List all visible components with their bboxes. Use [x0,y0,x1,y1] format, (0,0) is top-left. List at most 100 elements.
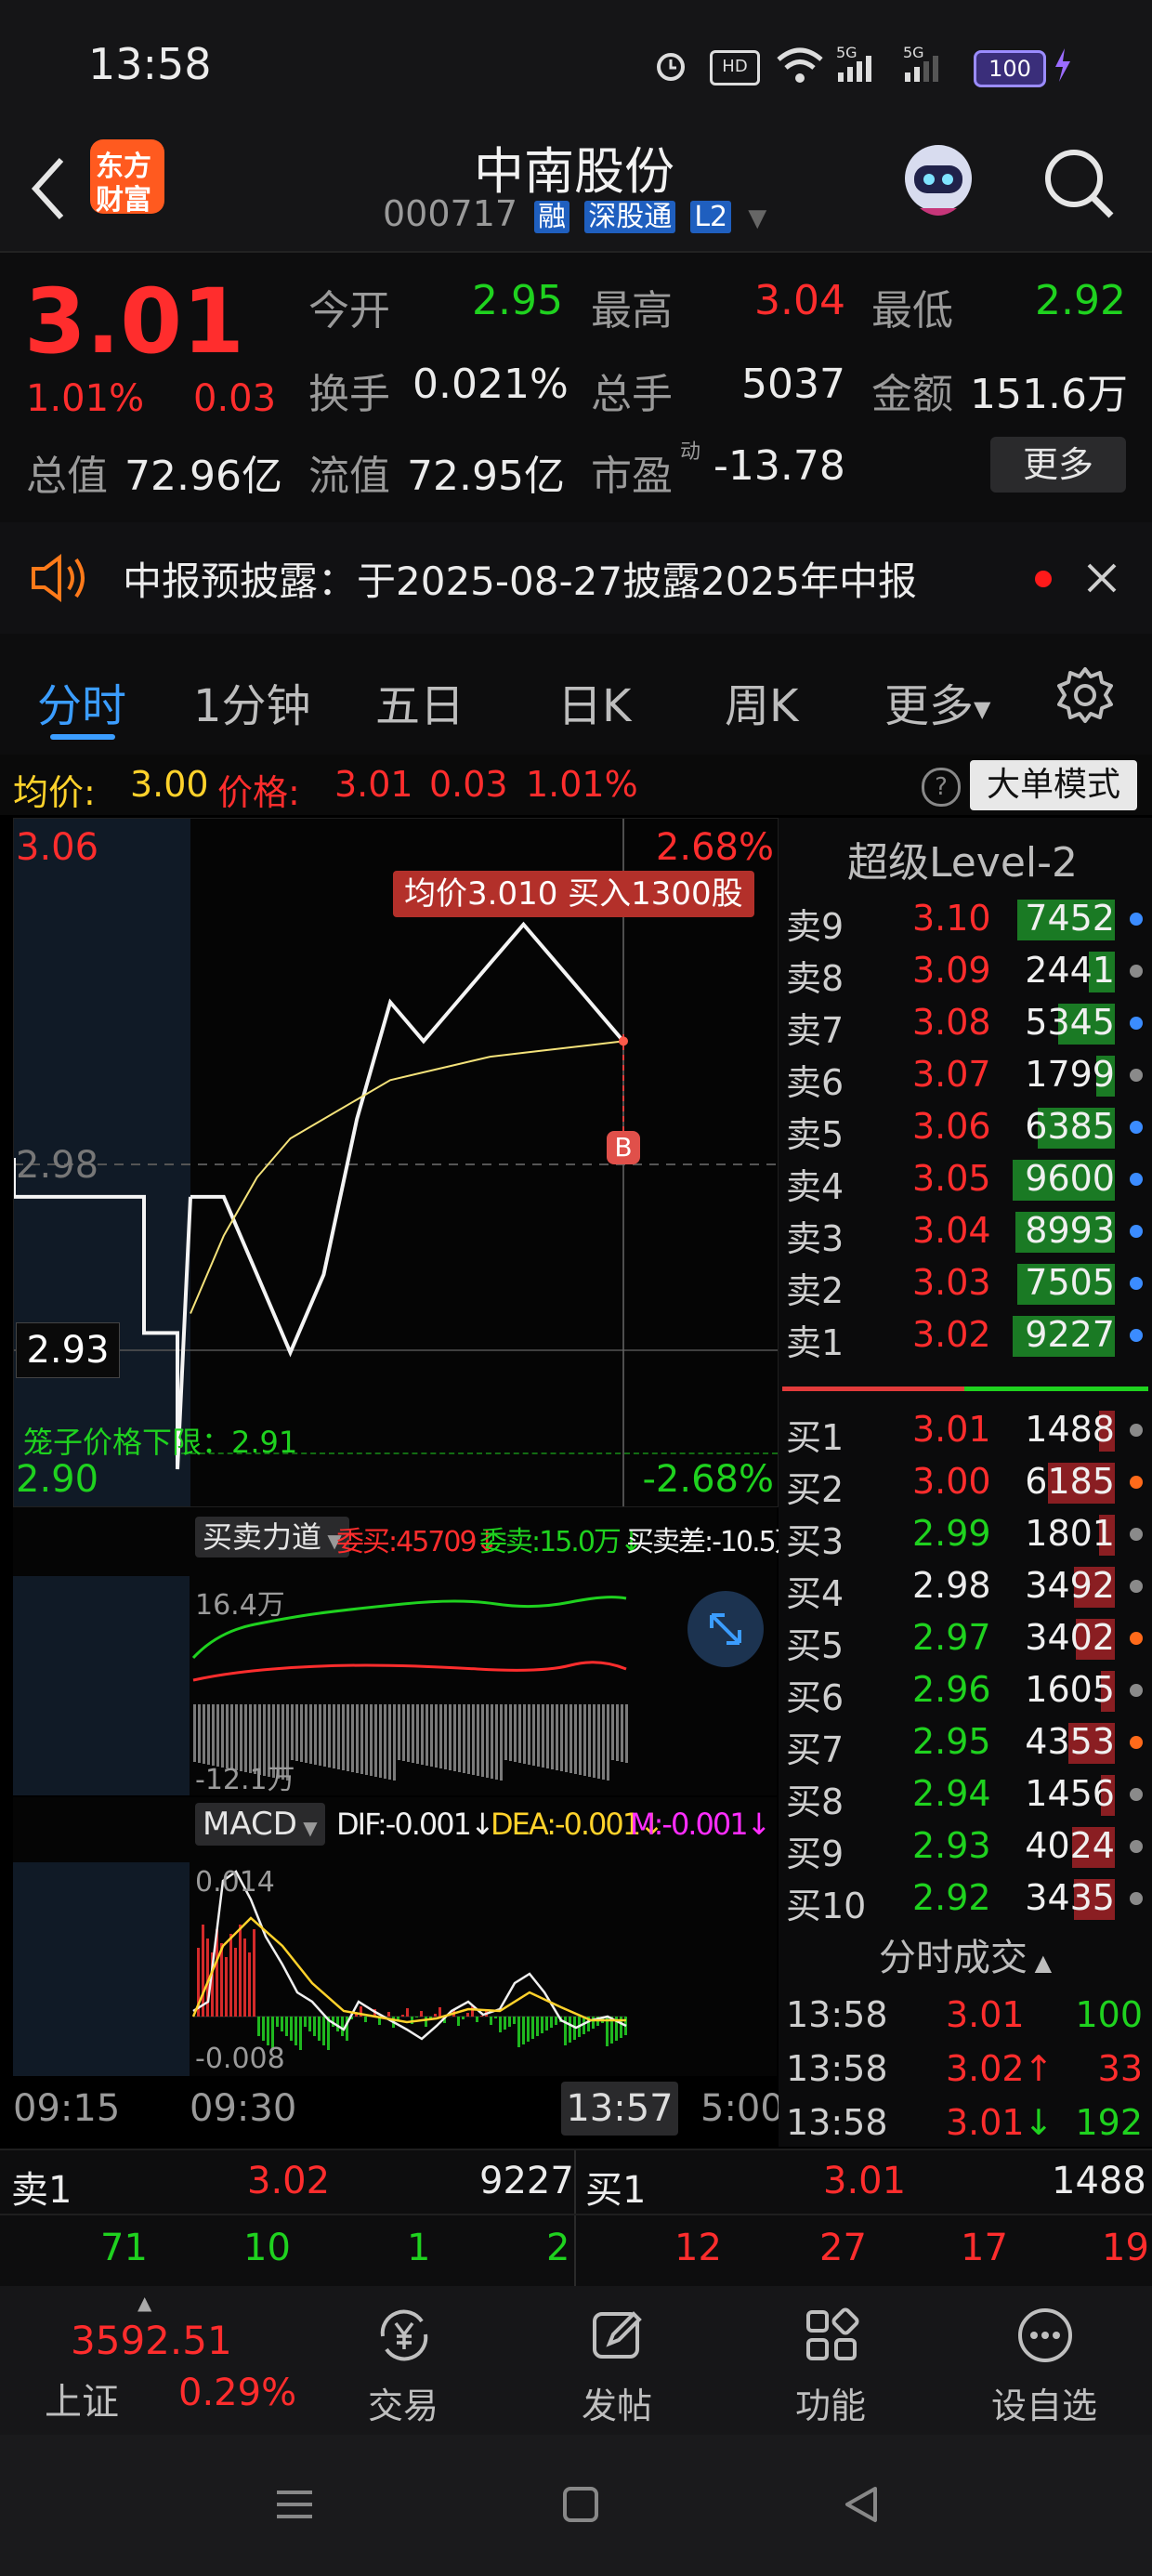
order-dot [1130,1892,1143,1905]
macd-label[interactable]: MACD ▼ [195,1803,325,1846]
tab-daily-k[interactable]: 日K [557,669,631,734]
order-book-buy-row[interactable]: 买4 2.98 3492 [779,1559,1152,1614]
stat-turnover-value: 0.021% [412,361,569,408]
notice-banner[interactable]: 中报预披露：于2025-08-27披露2025年中报 [0,522,1152,634]
order-book-buy-row[interactable]: 买10 2.92 3435 [779,1872,1152,1926]
order-book-buy-row[interactable]: 买1 3.01 1488 [779,1403,1152,1458]
settings-gear-icon[interactable] [1055,665,1115,729]
speaker-icon [28,552,89,608]
tab-1min[interactable]: 1分钟 [193,669,311,734]
tab-intraday[interactable]: 分时 [37,669,126,734]
order-dot [1130,1121,1143,1134]
nav-watchlist[interactable]: 设自选 [951,2286,1137,2435]
nav-post[interactable]: 发帖 [524,2286,710,2435]
force-bar [416,1704,419,1764]
bq-right-num: 19 [1102,2227,1149,2269]
order-book-sell-row[interactable]: 卖8 3.09 2441 [779,944,1152,999]
price-change: 0.03 [429,764,508,805]
tick-arrow: ↓ [1024,2102,1054,2143]
level-price: 3.05 [912,1158,991,1199]
macd-bar [420,2011,423,2017]
expand-icon[interactable] [687,1591,764,1667]
menu-icon[interactable] [271,2481,318,2531]
macd-panel[interactable]: MACD ▼ DIF:-0.001↓ DEA:-0.001↓ M:-0.001↓… [13,1797,777,2076]
intraday-plot [14,819,778,1506]
search-icon[interactable] [1037,141,1120,225]
order-book-buy-row[interactable]: 买3 2.99 1801 [779,1507,1152,1562]
level-label: 买6 [786,1677,844,1718]
level-price: 3.02 [912,1314,991,1355]
order-book-sell-row[interactable]: 卖5 3.06 6385 [779,1100,1152,1155]
force-bar [412,1704,414,1763]
level2-title[interactable]: 超级Level-2 [847,829,1078,888]
order-book-sell-row[interactable]: 卖3 3.04 8993 [779,1204,1152,1259]
force-bar [481,1704,484,1777]
nav-trade[interactable]: 交易 [310,2286,496,2435]
force-bar [360,1704,363,1774]
order-book-sell-row[interactable]: 卖1 3.02 9227 [779,1308,1152,1363]
tab-weekly-k[interactable]: 周K [725,669,798,734]
force-bar [291,1704,294,1760]
time-label-cursor: 13:57 [561,2082,678,2136]
order-dot [1130,1329,1143,1342]
level-price: 3.10 [912,898,991,939]
close-icon[interactable] [1083,559,1120,600]
stock-code-row[interactable]: 000717 融 深股通 L2 ▼ [383,193,766,234]
buy-marker[interactable]: B [607,1131,640,1164]
order-book-buy-row[interactable]: 买7 2.95 4353 [779,1715,1152,1770]
order-book-buy-row[interactable]: 买5 2.97 3402 [779,1611,1152,1666]
order-book-sell-row[interactable]: 卖7 3.08 5345 [779,996,1152,1051]
level2-panel[interactable]: 超级Level-2 卖9 3.10 7452 卖8 3.09 2441 卖7 3.08 5345… [779,818,1152,2147]
order-book-sell-row[interactable]: 卖4 3.05 9600 [779,1152,1152,1207]
stat-low-label: 最低 [871,287,953,335]
macd-bar [295,2017,297,2045]
level-label: 买1 [786,1417,844,1458]
macd-bar [276,2017,279,2027]
home-icon[interactable] [557,2481,604,2531]
tick-time: 13:58 [786,2048,888,2089]
stat-turnover-label: 换手 [308,371,390,418]
order-book-buy-row[interactable]: 买8 2.94 1456 [779,1768,1152,1822]
ticks-header[interactable]: 分时成交 ▲ [779,1927,1152,1981]
tab-5day[interactable]: 五日 [375,669,465,734]
tab-more[interactable]: 更多▼ [884,669,990,734]
level-label: 卖1 [786,1322,844,1363]
app-logo[interactable]: 东方 财富 [90,139,164,217]
macd-bar [513,2017,516,2024]
back-triangle-icon[interactable] [838,2481,884,2531]
macd-bar [462,2017,465,2019]
index-ticker[interactable]: ▲ 3592.51 上证 0.29% [28,2286,307,2435]
back-icon[interactable] [20,147,76,230]
order-book-sell-row[interactable]: 卖6 3.07 1799 [779,1048,1152,1103]
stat-float-label: 流值 [308,453,390,500]
intraday-chart[interactable]: 3.06 2.68% 均价3.010 买入1300股 B 2.98 2.93 笼… [13,818,779,1507]
stock-code: 000717 [383,193,518,234]
order-book-buy-row[interactable]: 买6 2.96 1605 [779,1663,1152,1718]
caret-down-icon: ▼ [974,696,991,722]
macd-bar [308,2017,311,2031]
order-book-buy-row[interactable]: 买2 3.00 6185 [779,1455,1152,1510]
force-label-text: 买卖力道 [203,1519,322,1555]
big-order-mode-button[interactable]: 大单模式 [970,760,1137,810]
help-icon[interactable]: ? [922,768,961,807]
order-book-sell-row[interactable]: 卖9 3.10 7452 [779,892,1152,947]
order-book-buy-row[interactable]: 买9 2.93 4024 [779,1820,1152,1874]
force-bar [588,1704,591,1777]
macd-bar [313,2017,316,2036]
force-bar [579,1704,582,1775]
nav-functions[interactable]: 功能 [738,2286,923,2435]
stat-amount-label: 金额 [871,371,953,418]
order-dot [1130,1476,1143,1489]
bq-left-num: 1 [407,2227,431,2269]
macd-bar [490,2017,492,2025]
stat-volume-value: 5037 [741,361,845,408]
force-bar [569,1704,572,1773]
order-book-sell-row[interactable]: 卖2 3.03 7505 [779,1256,1152,1311]
force-bar [551,1704,554,1769]
robot-assistant-icon[interactable] [892,134,985,227]
more-button[interactable]: 更多 [990,437,1126,493]
stat-low-value: 2.92 [1035,277,1126,324]
force-panel[interactable]: 买卖力道 ▼ 委买:45709↓ 委卖:15.0万↓ 买卖差:-10.5万↓ 1… [13,1507,824,1796]
force-label[interactable]: 买卖力道 ▼ [195,1517,349,1557]
macd-bar [555,2017,557,2025]
